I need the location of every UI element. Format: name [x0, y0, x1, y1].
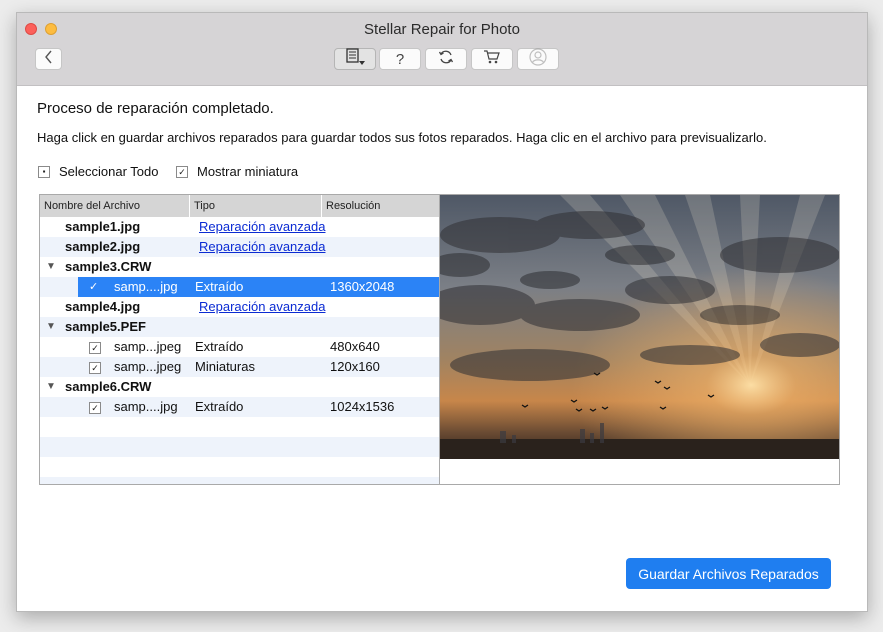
- file-name: samp...jpeg: [114, 359, 182, 374]
- account-button[interactable]: [517, 48, 559, 70]
- expand-triangle-icon[interactable]: ▼: [46, 257, 56, 277]
- show-thumbnail-checkbox[interactable]: ✓: [176, 165, 188, 178]
- table-row[interactable]: ▼ sample3.CRW: [40, 257, 439, 277]
- back-arrow-icon: [44, 50, 54, 68]
- file-resolution: 1360x2048: [330, 279, 395, 294]
- sunset-preview-image: [440, 195, 839, 459]
- file-type: Extraído: [195, 339, 244, 354]
- table-row[interactable]: sample4.jpg Reparación avanzada: [40, 297, 439, 317]
- select-all-checkbox[interactable]: ▪: [38, 165, 50, 178]
- advanced-repair-link[interactable]: Reparación avanzada: [199, 217, 325, 237]
- cart-icon: [483, 49, 501, 69]
- file-type: Extraído: [195, 279, 244, 294]
- file-table: Nombre del Archivo Tipo Resolución sampl…: [39, 194, 440, 485]
- file-name: sample6.CRW: [65, 379, 152, 394]
- select-all-label: Seleccionar Todo: [59, 164, 159, 179]
- table-row[interactable]: ✓ samp...jpeg Miniaturas 120x160: [40, 357, 439, 377]
- image-preview-pane: [439, 194, 840, 485]
- column-header-resolution[interactable]: Resolución: [322, 195, 439, 217]
- table-row[interactable]: ✓ samp....jpg Extraído 1024x1536: [40, 397, 439, 417]
- table-row[interactable]: sample2.jpg Reparación avanzada: [40, 237, 439, 257]
- save-menu-icon: [344, 48, 366, 70]
- advanced-repair-link[interactable]: Reparación avanzada: [199, 297, 325, 317]
- file-resolution: 1024x1536: [330, 399, 395, 414]
- refresh-button[interactable]: [425, 48, 467, 70]
- file-name: sample4.jpg: [65, 299, 141, 314]
- app-window: Stellar Repair for Photo ? Proceso de re…: [16, 12, 868, 612]
- advanced-repair-link[interactable]: Reparación avanzada: [199, 237, 325, 257]
- file-type: Extraído: [195, 399, 244, 414]
- save-menu-button[interactable]: [334, 48, 376, 70]
- save-repaired-files-button[interactable]: Guardar Archivos Reparados: [626, 558, 831, 589]
- row-checkbox[interactable]: ✓: [89, 362, 101, 374]
- file-resolution: 480x640: [330, 339, 380, 354]
- file-name: samp...jpeg: [114, 339, 182, 354]
- show-thumbnail-option[interactable]: ✓ Mostrar miniatura: [176, 164, 298, 179]
- file-name: sample1.jpg: [65, 219, 141, 234]
- table-row[interactable]: sample1.jpg Reparación avanzada: [40, 217, 439, 237]
- file-name: sample5.PEF: [65, 319, 146, 334]
- main-content: Proceso de reparación completado. Haga c…: [17, 86, 867, 611]
- account-icon: [529, 48, 547, 70]
- table-row[interactable]: ▼ sample5.PEF: [40, 317, 439, 337]
- file-name: sample3.CRW: [65, 259, 152, 274]
- expand-triangle-icon[interactable]: ▼: [46, 377, 56, 397]
- file-name: sample2.jpg: [65, 239, 141, 254]
- select-all-option[interactable]: ▪ Seleccionar Todo: [38, 164, 159, 179]
- file-name: samp....jpg: [114, 279, 178, 294]
- row-checkbox[interactable]: ✓: [89, 277, 98, 297]
- cart-button[interactable]: [471, 48, 513, 70]
- column-header-type[interactable]: Tipo: [190, 195, 322, 217]
- file-name: samp....jpg: [114, 399, 178, 414]
- refresh-icon: [438, 49, 454, 69]
- table-row[interactable]: ▼ sample6.CRW: [40, 377, 439, 397]
- expand-triangle-icon[interactable]: ▼: [46, 317, 56, 337]
- column-header-name[interactable]: Nombre del Archivo: [40, 195, 190, 217]
- title-bar: Stellar Repair for Photo ?: [17, 13, 867, 86]
- empty-row: [40, 437, 439, 457]
- window-title: Stellar Repair for Photo: [364, 21, 520, 38]
- file-type: Miniaturas: [195, 359, 255, 374]
- instructions-text: Haga click en guardar archivos reparados…: [37, 130, 767, 145]
- back-button[interactable]: [35, 48, 62, 70]
- show-thumbnail-label: Mostrar miniatura: [197, 164, 299, 179]
- help-icon: ?: [395, 50, 405, 68]
- table-row-selected[interactable]: ✓ samp....jpg Extraído 1360x2048: [40, 277, 439, 297]
- row-checkbox[interactable]: ✓: [89, 342, 101, 354]
- empty-row: [40, 457, 439, 477]
- table-row[interactable]: ✓ samp...jpeg Extraído 480x640: [40, 337, 439, 357]
- row-checkbox[interactable]: ✓: [89, 402, 101, 414]
- empty-row: [40, 417, 439, 437]
- help-button[interactable]: ?: [379, 48, 421, 70]
- empty-row: [40, 477, 439, 484]
- file-resolution: 120x160: [330, 359, 380, 374]
- table-header: Nombre del Archivo Tipo Resolución: [40, 195, 439, 217]
- status-heading: Proceso de reparación completado.: [37, 100, 274, 117]
